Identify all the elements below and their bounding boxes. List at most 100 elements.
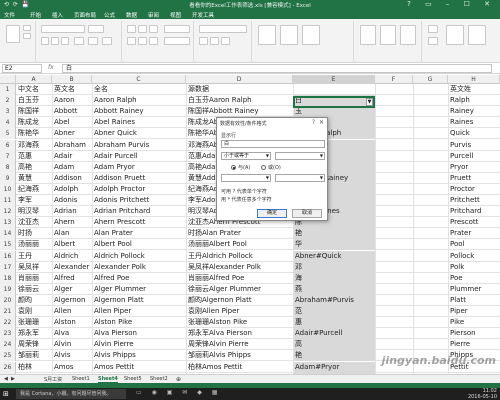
cell-g[interactable] xyxy=(413,206,448,217)
cell-g[interactable] xyxy=(413,217,448,228)
add-sheet-icon[interactable]: ⊕ xyxy=(176,376,181,383)
cell-h[interactable]: Prater xyxy=(448,228,500,239)
scroll-right-icon[interactable]: ▶ xyxy=(11,376,15,382)
cell-a[interactable]: 沈亚杰 xyxy=(16,217,52,228)
cell-b[interactable]: Allen xyxy=(52,306,92,317)
and-radio[interactable] xyxy=(231,165,236,170)
cell-g[interactable] xyxy=(413,184,448,195)
bold-icon[interactable] xyxy=(41,37,49,45)
row-header[interactable]: 26 xyxy=(0,361,16,373)
cortana-search-box[interactable]: 我是 Cortana，小娜。有问题尽管问我。 xyxy=(16,389,126,399)
cell-h[interactable]: Prescott xyxy=(448,217,500,228)
column-header-a[interactable]: A xyxy=(16,75,52,84)
cell-g[interactable] xyxy=(413,239,448,250)
align-middle-icon[interactable] xyxy=(138,25,147,33)
row-header[interactable]: 9 xyxy=(0,172,16,184)
cell-h[interactable]: Pryor xyxy=(448,162,500,173)
operator-select[interactable]: 小于或等于 ▼ xyxy=(221,152,271,160)
row-header[interactable]: 1 xyxy=(0,84,16,95)
name-box[interactable]: E2 xyxy=(2,64,42,73)
cell-f[interactable] xyxy=(375,128,413,139)
wrap-text-icon[interactable] xyxy=(164,25,190,33)
cell-a[interactable]: 邹丽莉 xyxy=(16,350,52,361)
row-header[interactable]: 2 xyxy=(0,95,16,107)
cell-d[interactable]: 时扬Alan Prater xyxy=(186,228,293,239)
cell-c[interactable]: Addison Pruett xyxy=(92,173,186,184)
row-header[interactable]: 15 xyxy=(0,239,16,251)
system-clock[interactable]: 11:02 2016-05-10 xyxy=(468,388,497,400)
cell-a[interactable]: 陈国祥 xyxy=(16,106,52,117)
format-as-table-icon[interactable] xyxy=(280,25,298,45)
cell-c[interactable]: Abbott Rainey xyxy=(92,106,186,117)
currency-icon[interactable] xyxy=(199,37,208,45)
cell-f[interactable] xyxy=(375,217,413,228)
cell-a[interactable]: 邓海燕 xyxy=(16,140,52,151)
cell-a[interactable]: 陈成龙 xyxy=(16,117,52,128)
italic-icon[interactable] xyxy=(51,37,59,45)
cell-f[interactable] xyxy=(375,228,413,239)
cell-c[interactable]: Amos Pettit xyxy=(92,362,186,373)
windows-start-icon[interactable]: ⊞ xyxy=(3,390,9,398)
cell-h[interactable]: Raines xyxy=(448,117,500,128)
cell-f[interactable] xyxy=(375,173,413,184)
cell-c[interactable]: Aldrich Pollock xyxy=(92,251,186,262)
cell-g[interactable] xyxy=(413,262,448,273)
cell-e[interactable] xyxy=(293,84,375,95)
cell-b[interactable]: Adair xyxy=(52,151,92,162)
row-header[interactable]: 5 xyxy=(0,128,16,140)
cell-h[interactable]: Purvis xyxy=(448,140,500,151)
cell-h[interactable]: Plummer xyxy=(448,284,500,295)
insert-cells-icon[interactable] xyxy=(360,25,376,45)
cell-f[interactable] xyxy=(375,317,413,328)
cell-f[interactable] xyxy=(375,117,413,128)
cell-c[interactable]: Abraham Purvis xyxy=(92,140,186,151)
cell-h[interactable]: Pritchett xyxy=(448,195,500,206)
tab-home[interactable]: 开始 xyxy=(30,11,41,19)
row-header[interactable]: 10 xyxy=(0,183,16,195)
cell-e[interactable]: 海 xyxy=(293,272,375,284)
cell-f[interactable] xyxy=(375,284,413,295)
row-header[interactable]: 18 xyxy=(0,272,16,284)
row-header[interactable]: 12 xyxy=(0,206,16,218)
cell-a[interactable]: 黄慧 xyxy=(16,173,52,184)
cell-e[interactable]: 邓 xyxy=(293,261,375,273)
tab-file[interactable]: 文件 xyxy=(4,11,15,19)
row-header[interactable]: 19 xyxy=(0,283,16,295)
cell-b[interactable]: 英文名 xyxy=(52,84,92,95)
cell-g[interactable] xyxy=(413,295,448,306)
cell-styles-icon[interactable] xyxy=(302,25,320,45)
row-header[interactable]: 8 xyxy=(0,161,16,173)
cell-d[interactable]: 源数据 xyxy=(186,84,293,95)
cell-h[interactable]: Pierre xyxy=(448,339,500,350)
ok-button[interactable]: 确定 xyxy=(257,209,287,218)
cell-g[interactable] xyxy=(413,317,448,328)
cell-g[interactable] xyxy=(413,173,448,184)
cell-c[interactable]: Abel Raines xyxy=(92,117,186,128)
cell-d[interactable]: 袁刚Allen Piper xyxy=(186,306,293,317)
column-header-c[interactable]: C xyxy=(92,75,186,84)
cell-c[interactable]: Alger Plummer xyxy=(92,284,186,295)
cancel-button[interactable]: 取消 xyxy=(292,209,322,218)
column-header-b[interactable]: B xyxy=(52,75,92,84)
row-header[interactable]: 17 xyxy=(0,261,16,273)
cell-g[interactable] xyxy=(413,151,448,162)
cell-a[interactable]: 白玉芬 xyxy=(16,95,52,106)
underline-icon[interactable] xyxy=(61,37,69,45)
cell-e[interactable]: Adam#Pryor xyxy=(293,361,375,373)
cell-a[interactable]: 时扬 xyxy=(16,228,52,239)
cell-g[interactable] xyxy=(413,306,448,317)
cell-e[interactable]: Abraham#Purvis xyxy=(293,294,375,306)
value-select-2[interactable]: ▼ xyxy=(275,174,325,182)
cell-c[interactable]: Alvin Pierre xyxy=(92,339,186,350)
cell-b[interactable]: Adonis xyxy=(52,195,92,206)
cell-f[interactable] xyxy=(375,140,413,151)
cell-c[interactable]: Adrian Pritchard xyxy=(92,206,186,217)
cell-a[interactable]: 肖丽丽 xyxy=(16,273,52,284)
sheet-tab[interactable]: S月工资 xyxy=(44,376,62,383)
column-header-d[interactable]: D xyxy=(186,75,293,84)
cell-b[interactable]: Abbott xyxy=(52,106,92,117)
cell-g[interactable] xyxy=(413,106,448,117)
cell-c[interactable]: Adair Purcell xyxy=(92,151,186,162)
cell-a[interactable]: 纪海燕 xyxy=(16,184,52,195)
cell-d[interactable]: 陈国祥Abbott Rainey xyxy=(186,106,293,117)
